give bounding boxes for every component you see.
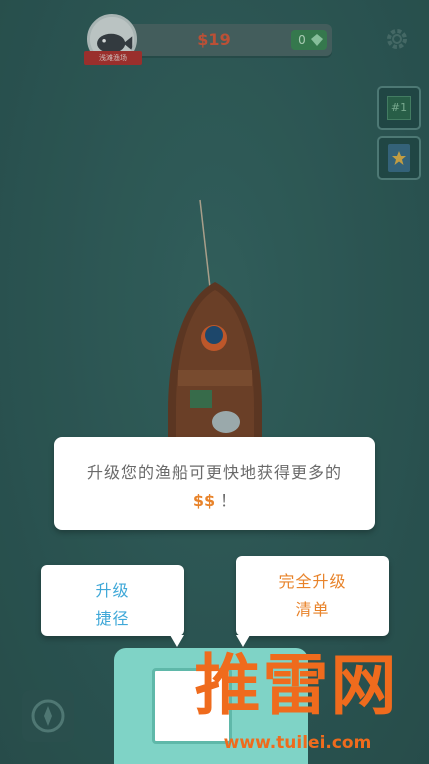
tip-full-list-line1: 完全升级	[278, 572, 347, 591]
watermark-url: www.tuilei.com	[223, 733, 372, 753]
dialog-message-line2: $$ ！	[54, 487, 375, 511]
compass-button[interactable]	[22, 690, 74, 742]
watermark-logo: 推雷网	[194, 647, 399, 724]
tip-full-list-line2: 清单	[295, 600, 330, 619]
upgrade-shortcut-tip: 升级 捷径	[41, 565, 184, 636]
full-upgrade-list-tip: 完全升级 清单	[236, 556, 389, 636]
dialog-message: 升级您的渔船可更快地获得更多的	[86, 463, 342, 482]
tip-shortcut-line1: 升级	[95, 581, 130, 600]
tip-shortcut-line2: 捷径	[95, 609, 130, 628]
compass-icon	[31, 699, 65, 733]
tutorial-dialog: 升级您的渔船可更快地获得更多的 $$ ！	[54, 437, 375, 530]
dialog-exclamation: ！	[220, 491, 237, 510]
dollars-text: $$	[192, 491, 216, 510]
